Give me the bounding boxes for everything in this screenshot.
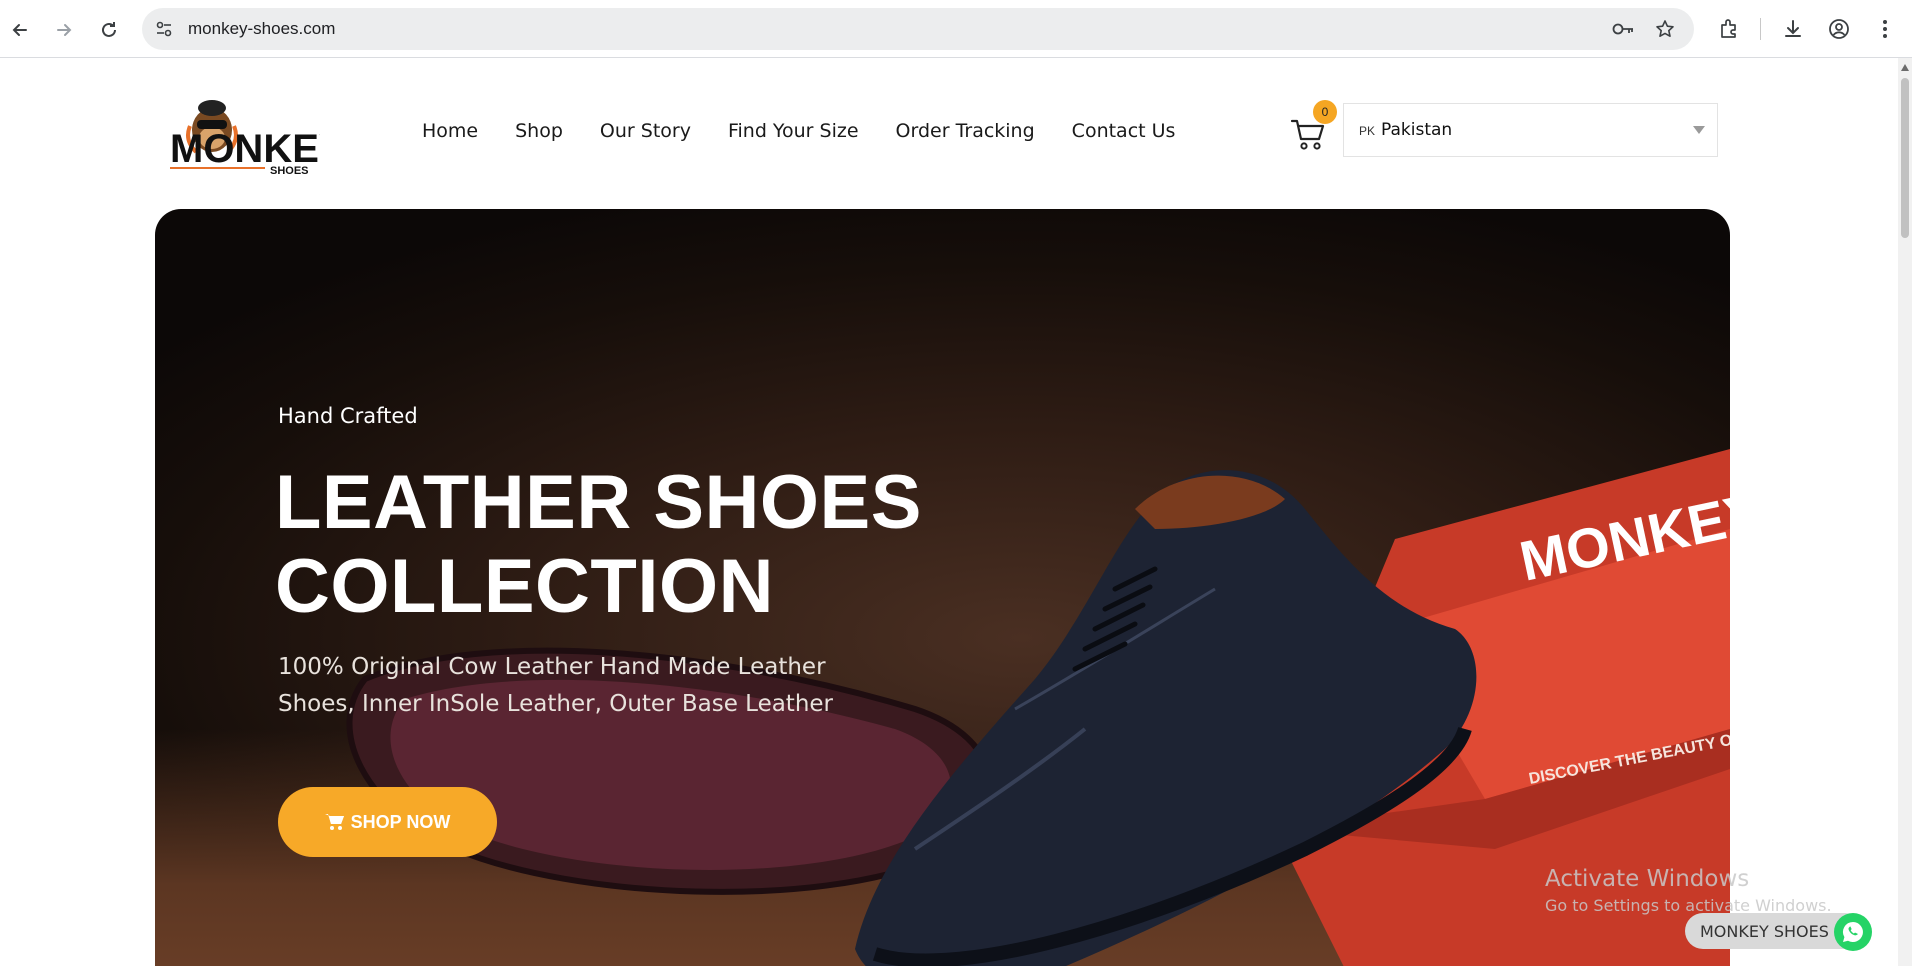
page-scrollbar[interactable] — [1898, 58, 1912, 966]
site-logo[interactable]: MONKEY SHOES — [170, 86, 346, 177]
toolbar-divider — [1760, 18, 1761, 40]
reload-icon[interactable] — [93, 14, 125, 46]
url-text[interactable]: monkey-shoes.com — [188, 19, 335, 39]
nav-find-your-size[interactable]: Find Your Size — [728, 120, 859, 142]
nav-contact-us[interactable]: Contact Us — [1072, 120, 1176, 142]
country-code: PK — [1359, 124, 1376, 138]
chevron-down-icon — [1693, 126, 1705, 134]
scroll-up-icon[interactable] — [1901, 64, 1909, 71]
nav-shop[interactable]: Shop — [515, 120, 563, 142]
country-name: Pakistan — [1381, 120, 1453, 140]
whatsapp-icon[interactable] — [1834, 913, 1872, 951]
profile-icon[interactable] — [1826, 16, 1852, 42]
watermark-line1: Activate Windows — [1545, 866, 1750, 892]
forward-icon[interactable] — [48, 14, 80, 46]
shop-now-button[interactable]: SHOP NOW — [278, 787, 497, 857]
site-info-icon[interactable] — [154, 19, 174, 39]
hero-eyebrow: Hand Crafted — [278, 404, 418, 428]
password-key-icon[interactable] — [1612, 18, 1634, 40]
cart-icon — [324, 814, 344, 830]
address-bar[interactable]: monkey-shoes.com — [142, 8, 1694, 50]
hero-banner: MONKEY DISCOVER THE BEAUTY OF Hand Craft… — [155, 209, 1730, 966]
logo-subtext: SHOES — [270, 165, 309, 174]
hero-title: LEATHER SHOES COLLECTION — [275, 461, 975, 629]
hero-description: 100% Original Cow Leather Hand Made Leat… — [278, 654, 834, 717]
nav-our-story[interactable]: Our Story — [600, 120, 691, 142]
main-navigation: Home Shop Our Story Find Your Size Order… — [422, 120, 1175, 142]
nav-home[interactable]: Home — [422, 120, 478, 142]
nav-order-tracking[interactable]: Order Tracking — [896, 120, 1035, 142]
browser-toolbar: monkey-shoes.com — [0, 0, 1912, 58]
hero-title-line2: COLLECTION — [275, 544, 774, 629]
extensions-icon[interactable] — [1716, 16, 1742, 42]
hero-title-line1: LEATHER SHOES — [275, 460, 922, 545]
menu-kebab-icon[interactable] — [1872, 16, 1898, 42]
windows-activation-watermark: Activate Windows Go to Settings to activ… — [1545, 866, 1832, 915]
shop-now-label: SHOP NOW — [350, 811, 451, 832]
country-selector[interactable]: PK Pakistan — [1343, 103, 1718, 157]
cart-count-badge: 0 — [1313, 100, 1337, 124]
back-icon[interactable] — [4, 14, 36, 46]
web-page: MONKEY SHOES Home Shop Our Story Find Yo… — [0, 58, 1898, 966]
bookmark-star-icon[interactable] — [1654, 18, 1676, 40]
scrollbar-thumb[interactable] — [1901, 78, 1909, 238]
download-icon[interactable] — [1780, 16, 1806, 42]
